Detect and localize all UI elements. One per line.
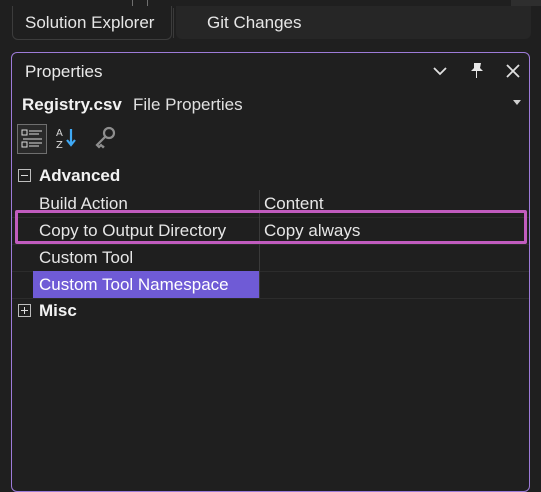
property-name: Custom Tool xyxy=(33,244,260,271)
property-row-custom-tool-namespace[interactable]: Custom Tool Namespace xyxy=(12,271,529,299)
property-row-custom-tool[interactable]: Custom Tool xyxy=(12,244,529,272)
categorized-icon[interactable] xyxy=(17,124,47,154)
object-type: File Properties xyxy=(133,95,243,114)
object-selector[interactable]: Registry.csv File Properties xyxy=(12,90,529,120)
property-value[interactable]: Copy always xyxy=(264,217,360,244)
close-icon[interactable] xyxy=(501,59,525,83)
property-row-build-action[interactable]: Build Action Content xyxy=(12,190,529,218)
tab-separator xyxy=(173,8,174,38)
category-misc[interactable]: Misc xyxy=(12,298,529,325)
tool-window-tabs: Solution Explorer Git Changes xyxy=(0,6,541,40)
collapse-icon[interactable] xyxy=(18,169,31,182)
pin-icon[interactable] xyxy=(465,59,489,83)
svg-text:A: A xyxy=(56,128,63,139)
property-value[interactable]: Content xyxy=(264,190,324,217)
svg-text:Z: Z xyxy=(56,140,63,151)
property-name: Custom Tool Namespace xyxy=(33,271,260,298)
property-pages-icon[interactable] xyxy=(91,124,121,154)
tab-solution-explorer[interactable]: Solution Explorer xyxy=(12,6,172,40)
object-name: Registry.csv xyxy=(22,95,122,114)
alphabetical-icon[interactable]: A Z xyxy=(53,124,83,154)
properties-panel: Properties Registry.csv File Properties xyxy=(11,52,530,492)
tab-git-changes[interactable]: Git Changes xyxy=(176,6,531,39)
property-name: Build Action xyxy=(33,190,260,217)
category-advanced[interactable]: Advanced xyxy=(12,163,529,190)
expand-icon[interactable] xyxy=(18,304,31,317)
category-label: Advanced xyxy=(39,166,121,185)
dropdown-arrow-icon[interactable] xyxy=(513,100,521,105)
chevron-down-icon[interactable] xyxy=(428,59,452,83)
properties-toolbar: A Z xyxy=(12,123,529,155)
category-label: Misc xyxy=(39,301,77,320)
panel-title: Properties xyxy=(25,62,103,81)
property-name: Copy to Output Directory xyxy=(33,217,260,244)
property-row-copy-to-output[interactable]: Copy to Output Directory Copy always xyxy=(12,217,529,245)
panel-titlebar: Properties xyxy=(12,53,529,89)
tab-label: Solution Explorer xyxy=(25,13,155,32)
tab-label: Git Changes xyxy=(207,13,302,32)
